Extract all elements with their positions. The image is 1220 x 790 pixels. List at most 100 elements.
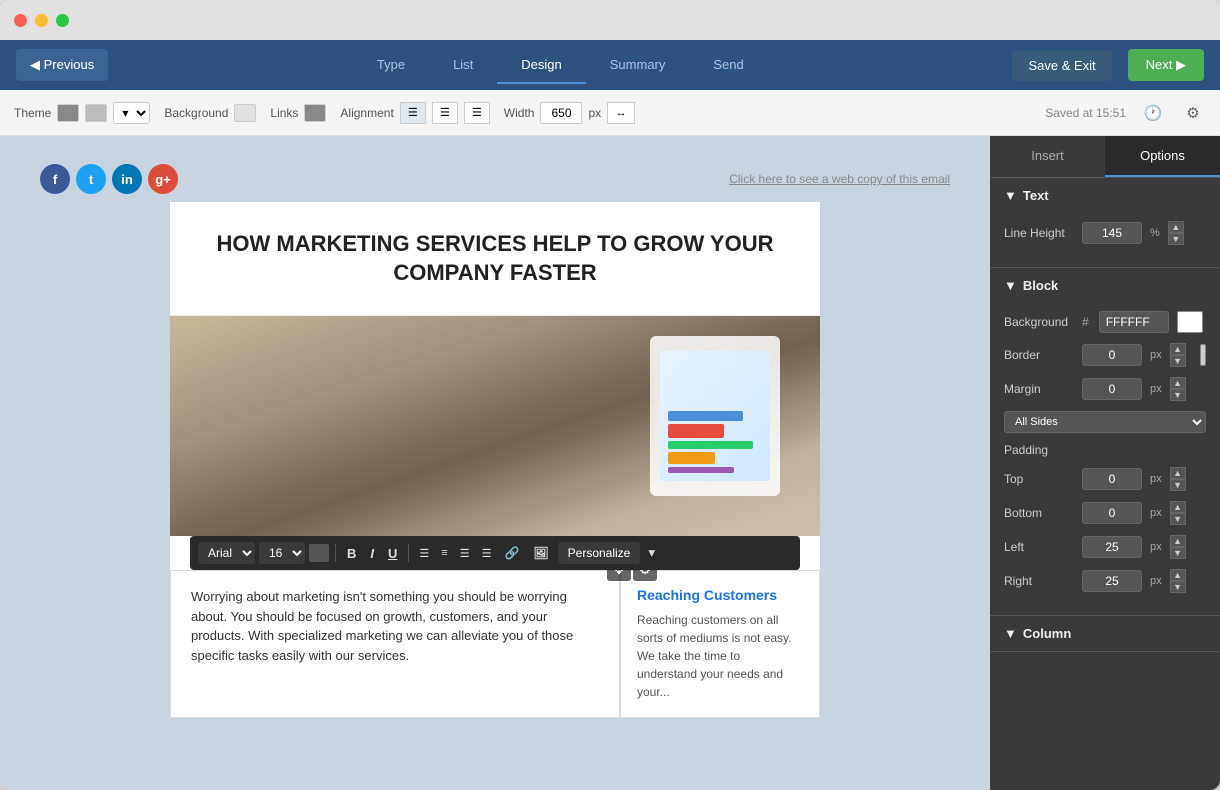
twitter-icon[interactable]: t [76, 164, 106, 194]
line-height-input[interactable]: 145 [1082, 222, 1142, 244]
padding-left-label: Left [1004, 540, 1074, 554]
block-border-input[interactable]: 0 [1082, 344, 1142, 366]
tab-design[interactable]: Design [497, 47, 585, 84]
tab-send[interactable]: Send [689, 47, 767, 84]
align-justify-ft-button[interactable]: ☰ [478, 544, 496, 563]
italic-button[interactable]: I [365, 544, 379, 563]
padding-top-up[interactable]: ▲ [1170, 467, 1186, 479]
align-left-button[interactable]: ☰ [400, 102, 426, 124]
content-right-block[interactable]: ✥ ⚙ Reaching Customers Reaching customer… [620, 570, 820, 718]
line-height-down[interactable]: ▼ [1168, 233, 1184, 245]
block-bg-input[interactable]: FFFFFF [1099, 311, 1169, 333]
titlebar [0, 0, 1220, 40]
googleplus-icon[interactable]: g+ [148, 164, 178, 194]
width-input[interactable]: 650 [540, 102, 582, 124]
right-panel: Insert Options ▼ Text Line Height 145 % … [990, 136, 1220, 790]
theme-color-light[interactable] [85, 104, 107, 122]
social-icons: f t in g+ [40, 164, 178, 194]
links-color-swatch[interactable] [304, 104, 326, 122]
padding-top-input[interactable]: 0 [1082, 468, 1142, 490]
bold-button[interactable]: B [342, 544, 361, 563]
block-margin-down[interactable]: ▼ [1170, 389, 1186, 401]
background-color-swatch[interactable] [234, 104, 256, 122]
save-exit-button[interactable]: Save & Exit [1012, 50, 1111, 81]
content-left-block[interactable]: Worrying about marketing isn't something… [170, 570, 620, 718]
panel-tabs: Insert Options [990, 136, 1220, 178]
email-header-block: HOW MARKETING SERVICES HELP TO GROW YOUR… [170, 202, 820, 316]
facebook-icon[interactable]: f [40, 164, 70, 194]
font-family-select[interactable]: Arial [198, 542, 255, 564]
minimize-button[interactable] [35, 14, 48, 27]
tab-list[interactable]: List [429, 47, 497, 84]
tab-insert[interactable]: Insert [990, 136, 1105, 177]
text-section-header[interactable]: ▼ Text [990, 178, 1220, 213]
padding-right-input[interactable]: 25 [1082, 570, 1142, 592]
block-margin-row: Margin 0 px ▲ ▼ [1004, 377, 1206, 401]
personalize-caret[interactable]: ▾ [644, 543, 659, 563]
block-border-unit: px [1150, 349, 1162, 361]
column-section: ▼ Column [990, 616, 1220, 652]
padding-right-unit: px [1150, 575, 1162, 587]
expand-width-button[interactable]: ↔ [607, 102, 635, 124]
block-bg-swatch[interactable] [1177, 311, 1203, 333]
linkedin-icon[interactable]: in [112, 164, 142, 194]
align-left-ft-button[interactable]: ☰ [415, 544, 433, 563]
block-section: ▼ Block Background # FFFFFF Border 0 [990, 268, 1220, 616]
padding-left-up[interactable]: ▲ [1170, 535, 1186, 547]
right-block-header: Reaching Customers [637, 587, 803, 603]
text-section-arrow: ▼ [1004, 188, 1017, 203]
line-height-label: Line Height [1004, 226, 1074, 240]
close-button[interactable] [14, 14, 27, 27]
tab-type[interactable]: Type [353, 47, 429, 84]
maximize-button[interactable] [56, 14, 69, 27]
block-section-header[interactable]: ▼ Block [990, 268, 1220, 303]
block-margin-unit: px [1150, 383, 1162, 395]
padding-bottom-input[interactable]: 0 [1082, 502, 1142, 524]
background-group: Background [164, 104, 256, 122]
text-color-picker[interactable] [309, 544, 329, 562]
image-button[interactable]: 🖼 [528, 544, 553, 562]
padding-bottom-up[interactable]: ▲ [1170, 501, 1186, 513]
tab-options[interactable]: Options [1105, 136, 1220, 177]
block-border-row: Border 0 px ▲ ▼ [1004, 343, 1206, 367]
padding-left-input[interactable]: 25 [1082, 536, 1142, 558]
block-border-up[interactable]: ▲ [1170, 343, 1186, 355]
padding-right-up[interactable]: ▲ [1170, 569, 1186, 581]
padding-bottom-down[interactable]: ▼ [1170, 513, 1186, 525]
theme-select[interactable]: ▾ [113, 102, 150, 124]
padding-bottom-label: Bottom [1004, 506, 1074, 520]
underline-button[interactable]: U [383, 544, 402, 563]
block-margin-input[interactable]: 0 [1082, 378, 1142, 400]
web-copy-link[interactable]: Click here to see a web copy of this ema… [729, 172, 950, 186]
line-height-up[interactable]: ▲ [1168, 221, 1184, 233]
column-section-header[interactable]: ▼ Column [990, 616, 1220, 651]
align-center-ft-button[interactable]: ≡ [437, 544, 451, 562]
block-border-spinner: ▲ ▼ [1170, 343, 1186, 367]
history-button[interactable]: 🕐 [1140, 100, 1166, 126]
block-margin-sides-select[interactable]: All Sides [1004, 411, 1206, 433]
padding-right-row: Right 25 px ▲ ▼ [1004, 569, 1206, 593]
tab-summary[interactable]: Summary [586, 47, 690, 84]
padding-top-down[interactable]: ▼ [1170, 479, 1186, 491]
email-wrapper: HOW MARKETING SERVICES HELP TO GROW YOUR… [170, 202, 820, 718]
previous-button[interactable]: ◀ Previous [16, 49, 108, 81]
block-margin-up[interactable]: ▲ [1170, 377, 1186, 389]
padding-right-down[interactable]: ▼ [1170, 581, 1186, 593]
align-right-ft-button[interactable]: ☰ [456, 544, 474, 563]
width-unit: px [588, 106, 601, 120]
padding-left-down[interactable]: ▼ [1170, 547, 1186, 559]
next-button[interactable]: Next ▶ [1128, 49, 1204, 81]
padding-top-spinner: ▲ ▼ [1170, 467, 1186, 491]
font-size-select[interactable]: 16 [259, 542, 305, 564]
link-button[interactable]: 🔗 [499, 544, 524, 562]
align-center-button[interactable]: ☰ [432, 102, 458, 124]
align-right-button[interactable]: ☰ [464, 102, 490, 124]
block-border-color-swatch[interactable] [1200, 344, 1206, 366]
settings-button[interactable]: ⚙ [1180, 100, 1206, 126]
theme-color-dark[interactable] [57, 104, 79, 122]
padding-label: Padding [1004, 443, 1074, 457]
email-image-section [170, 316, 820, 536]
personalize-button[interactable]: Personalize [558, 542, 641, 564]
block-margin-spinner: ▲ ▼ [1170, 377, 1186, 401]
block-border-down[interactable]: ▼ [1170, 355, 1186, 367]
